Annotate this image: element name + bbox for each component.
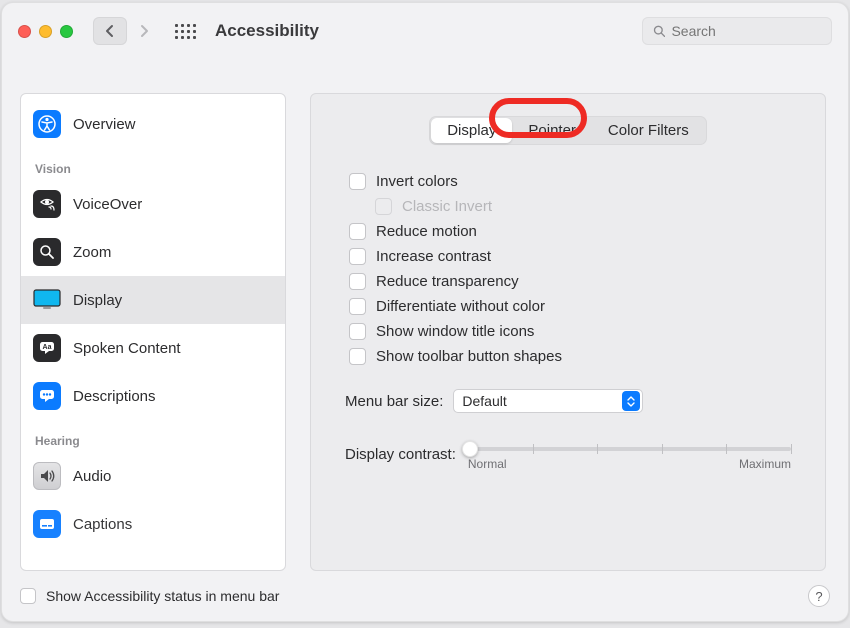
tab-segmented-control: Display Pointer Color Filters xyxy=(429,116,707,145)
sidebar-item-label: VoiceOver xyxy=(73,196,142,213)
settings-panel: Display Pointer Color Filters Invert col… xyxy=(310,93,826,571)
grid-icon xyxy=(175,24,196,39)
nav-buttons xyxy=(93,17,161,45)
checkbox xyxy=(375,198,392,215)
menu-bar-size-label: Menu bar size: xyxy=(345,393,443,410)
checkbox[interactable] xyxy=(349,248,366,265)
menu-bar-size-row: Menu bar size: Default xyxy=(345,389,791,413)
display-contrast-row: Display contrast: Normal xyxy=(345,437,791,471)
checkbox[interactable] xyxy=(349,298,366,315)
sidebar-item-descriptions[interactable]: Descriptions xyxy=(21,372,285,420)
checkbox[interactable] xyxy=(349,273,366,290)
footer: Show Accessibility status in menu bar ? xyxy=(2,575,848,621)
checkbox[interactable] xyxy=(349,323,366,340)
svg-text:Aa: Aa xyxy=(43,344,52,351)
contrast-slider[interactable] xyxy=(468,447,791,451)
forward-button[interactable] xyxy=(127,17,161,45)
option-classic-invert: Classic Invert xyxy=(375,198,791,215)
checkbox[interactable] xyxy=(349,348,366,365)
sidebar-item-label: Zoom xyxy=(73,244,111,261)
option-increase-contrast[interactable]: Increase contrast xyxy=(349,248,791,265)
search-input[interactable] xyxy=(671,23,821,39)
descriptions-icon xyxy=(33,382,61,410)
accessibility-icon xyxy=(33,110,61,138)
select-value: Default xyxy=(462,393,506,409)
show-status-label: Show Accessibility status in menu bar xyxy=(46,588,279,604)
sidebar-category-vision: Vision xyxy=(21,148,285,180)
sidebar-item-zoom[interactable]: Zoom xyxy=(21,228,285,276)
sidebar-item-label: Descriptions xyxy=(73,388,156,405)
option-show-window-title-icons[interactable]: Show window title icons xyxy=(349,323,791,340)
sidebar-item-label: Overview xyxy=(73,116,136,133)
option-label: Reduce motion xyxy=(376,223,477,240)
option-reduce-motion[interactable]: Reduce motion xyxy=(349,223,791,240)
search-icon xyxy=(653,24,665,38)
audio-icon xyxy=(33,462,61,490)
search-field[interactable] xyxy=(642,17,832,45)
options-list: Invert colors Classic Invert Reduce moti… xyxy=(349,173,791,365)
spoken-content-icon: Aa xyxy=(33,334,61,362)
select-stepper-icon xyxy=(622,391,640,411)
option-show-toolbar-button-shapes[interactable]: Show toolbar button shapes xyxy=(349,348,791,365)
checkbox[interactable] xyxy=(349,173,366,190)
option-label: Show window title icons xyxy=(376,323,534,340)
option-invert-colors[interactable]: Invert colors xyxy=(349,173,791,190)
sidebar-item-label: Captions xyxy=(73,516,132,533)
titlebar: Accessibility xyxy=(2,3,848,59)
slider-knob[interactable] xyxy=(462,441,478,457)
voiceover-icon xyxy=(33,190,61,218)
back-button[interactable] xyxy=(93,17,127,45)
zoom-icon xyxy=(33,238,61,266)
sidebar-item-voiceover[interactable]: VoiceOver xyxy=(21,180,285,228)
option-label: Show toolbar button shapes xyxy=(376,348,562,365)
display-icon xyxy=(33,286,61,314)
minimize-window-button[interactable] xyxy=(39,25,52,38)
sidebar-item-spoken-content[interactable]: Aa Spoken Content xyxy=(21,324,285,372)
preferences-window: Accessibility Overview Vision VoiceOver xyxy=(1,2,849,622)
close-window-button[interactable] xyxy=(18,25,31,38)
sidebar-item-audio[interactable]: Audio xyxy=(21,452,285,500)
slider-max-label: Maximum xyxy=(739,457,791,471)
option-label: Differentiate without color xyxy=(376,298,545,315)
menu-bar-size-select[interactable]: Default xyxy=(453,389,643,413)
show-all-button[interactable] xyxy=(171,17,199,45)
content-area: Overview Vision VoiceOver Zoom Display xyxy=(2,59,848,575)
sidebar-item-overview[interactable]: Overview xyxy=(21,100,285,148)
option-label: Invert colors xyxy=(376,173,458,190)
option-label: Classic Invert xyxy=(402,198,492,215)
help-button[interactable]: ? xyxy=(808,585,830,607)
checkbox[interactable] xyxy=(349,223,366,240)
sidebar-item-label: Display xyxy=(73,292,122,309)
zoom-window-button[interactable] xyxy=(60,25,73,38)
captions-icon xyxy=(33,510,61,538)
window-title: Accessibility xyxy=(215,21,319,41)
option-reduce-transparency[interactable]: Reduce transparency xyxy=(349,273,791,290)
show-status-checkbox[interactable] xyxy=(20,588,36,604)
tab-display[interactable]: Display xyxy=(431,118,512,143)
sidebar-item-label: Audio xyxy=(73,468,111,485)
tab-color-filters[interactable]: Color Filters xyxy=(592,118,705,143)
sidebar[interactable]: Overview Vision VoiceOver Zoom Display xyxy=(20,93,286,571)
window-controls xyxy=(18,25,73,38)
slider-min-label: Normal xyxy=(468,457,507,471)
question-icon: ? xyxy=(815,589,822,604)
option-label: Reduce transparency xyxy=(376,273,519,290)
option-differentiate-without-color[interactable]: Differentiate without color xyxy=(349,298,791,315)
tab-pointer[interactable]: Pointer xyxy=(512,118,592,143)
sidebar-category-hearing: Hearing xyxy=(21,420,285,452)
sidebar-item-label: Spoken Content xyxy=(73,340,181,357)
display-contrast-label: Display contrast: xyxy=(345,446,456,463)
option-label: Increase contrast xyxy=(376,248,491,265)
sidebar-item-display[interactable]: Display xyxy=(21,276,285,324)
sidebar-item-captions[interactable]: Captions xyxy=(21,500,285,540)
